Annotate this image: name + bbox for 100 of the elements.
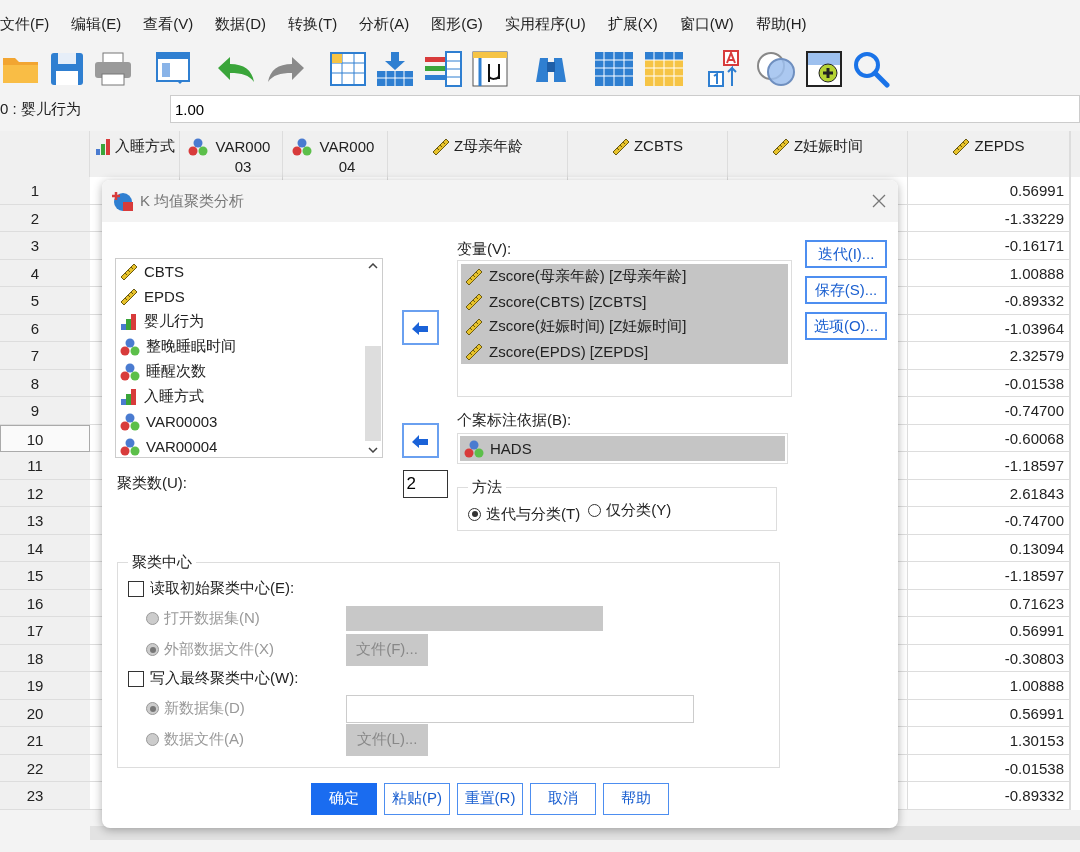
side-button[interactable]: 保存(S)... [805,276,887,304]
side-button[interactable]: 选项(O)... [805,312,887,340]
search-icon[interactable] [852,50,890,88]
dialog-button[interactable]: 确定 [311,782,377,815]
dialog-button[interactable]: 帮助 [603,782,669,815]
select-cases-icon[interactable] [644,51,684,87]
row-number[interactable]: 11 [0,452,90,480]
radio-option[interactable]: 仅分类(Y) [588,501,672,520]
ruler-icon [465,267,483,286]
variable-item[interactable]: 睡醒次数 [120,359,360,384]
variable-item[interactable]: VAR00004 [120,434,360,457]
row-number[interactable]: 5 [0,287,90,315]
row-number[interactable]: 7 [0,342,90,370]
dialog-button[interactable]: 取消 [530,782,596,815]
menu-item[interactable]: 分析(A) [359,14,410,34]
row-number[interactable]: 17 [0,617,90,645]
cell-value-field[interactable]: 1.00 [170,95,1080,123]
menu-item[interactable]: 扩展(X) [607,14,658,34]
variable-item[interactable]: Zscore(EPDS) [ZEPDS] [461,339,788,364]
row-number[interactable]: 16 [0,589,90,617]
row-number[interactable]: 12 [0,479,90,507]
variable-item[interactable]: 入睡方式 [120,384,360,409]
menu-item[interactable]: 数据(D) [215,14,266,34]
table-cell: 2.32579 [1009,347,1064,364]
variables-list[interactable]: Zscore(母亲年龄) [Z母亲年龄] Zscore(CBTS) [ZCBTS] Zscore(妊娠时间) [Z妊娠时间] Zscore(EPDS) [ZEPDS] [457,260,792,397]
nominal-icon [120,412,140,431]
row-number[interactable]: 19 [0,672,90,700]
variable-item[interactable]: 婴儿行为 [120,309,360,334]
scroll-up-icon[interactable] [368,263,378,269]
radio-option[interactable]: 迭代与分类(T) [468,504,581,524]
checkbox-option[interactable]: 写入最终聚类中心(W): [128,663,769,694]
table-cell: -0.89332 [1004,292,1064,309]
row-number[interactable]: 3 [0,232,90,260]
split-file-icon[interactable] [594,51,634,87]
cell-reference: 0 : 婴儿行为 [0,99,82,119]
variable-item[interactable]: VAR00003 [120,409,360,434]
row-number[interactable]: 13 [0,507,90,535]
variable-item[interactable]: CBTS [120,259,360,284]
ruler-icon [120,287,138,306]
menu-item[interactable]: 窗口(W) [679,14,734,34]
close-icon[interactable] [872,194,886,208]
variable-item[interactable]: Zscore(母亲年龄) [Z母亲年龄] [461,264,788,289]
table-cell: 1.30153 [1009,732,1064,749]
row-number[interactable]: 4 [0,259,90,287]
table-cell: -1.18597 [1004,567,1064,584]
row-number[interactable]: 22 [0,754,90,782]
nominal-icon [120,437,140,456]
row-number[interactable]: 10 [0,424,90,452]
column-name: VAR00004 [318,137,376,177]
column-name: Z母亲年龄 [453,137,524,156]
row-number[interactable]: 23 [0,782,90,810]
go-to-case-icon[interactable] [330,51,366,87]
save-icon[interactable] [50,52,84,86]
source-variable-list[interactable]: CBTS EPDS 婴儿行为 整晚睡眠时间 睡醒次数 入睡方式 VAR00003 VAR00004 [115,258,383,458]
value-labels-icon[interactable] [472,51,508,87]
row-number[interactable]: 6 [0,314,90,342]
row-number[interactable]: 15 [0,562,90,590]
menu-item[interactable]: 编辑(E) [71,14,122,34]
menu-item[interactable]: 图形(G) [431,14,483,34]
dialog-button[interactable]: 重置(R) [457,782,523,815]
add-icon[interactable] [806,51,842,87]
menu-item[interactable]: 实用程序(U) [504,14,586,34]
arrow-icon [411,320,429,335]
insert-cases-icon[interactable] [376,51,414,87]
variable-item[interactable]: Zscore(妊娠时间) [Z妊娠时间] [461,314,788,339]
table-cell: 0.13094 [1009,539,1064,557]
menu-item[interactable]: 转换(T) [288,14,338,34]
side-button[interactable]: 迭代(I)... [805,240,887,268]
menu-item[interactable]: 查看(V) [143,14,194,34]
table-cell: 1.00888 [1009,677,1064,694]
column-name: VAR00003 [214,137,272,177]
row-number[interactable]: 14 [0,534,90,562]
cluster-count-field[interactable]: 2 [402,470,448,498]
variable-item[interactable]: EPDS [120,284,360,309]
row-number[interactable]: 21 [0,727,90,755]
checkbox-option[interactable]: 读取初始聚类中心(E): [128,573,769,604]
table-cell: 0.56991 [1009,182,1064,199]
dialog-button[interactable]: 粘贴(P) [384,782,450,815]
printer-icon[interactable] [94,52,132,86]
move-button[interactable] [401,310,439,345]
dialog-icon[interactable] [156,52,192,86]
row-number[interactable]: 1 [0,177,90,205]
table-cell: -1.03964 [1004,319,1064,337]
row-number[interactable]: 8 [0,369,90,397]
move-button[interactable] [401,423,439,458]
row-number[interactable]: 2 [0,204,90,232]
menu-item[interactable]: 帮助(H) [755,14,807,34]
menu-item[interactable]: 文件(F) [0,14,50,34]
dataset-name-field[interactable] [346,694,694,723]
variable-item[interactable]: Zscore(CBTS) [ZCBTS] [461,289,788,314]
variables-icon[interactable] [424,51,462,87]
row-number[interactable]: 20 [0,699,90,727]
row-number[interactable]: 9 [0,397,90,425]
scroll-down-icon[interactable] [368,447,378,453]
group-title: 方法 [471,478,503,497]
row-number[interactable]: 18 [0,644,90,672]
case-label-field[interactable]: HADS [457,433,788,464]
nominal-icon [120,362,140,381]
circles-icon[interactable] [756,51,796,87]
variable-item[interactable]: 整晚睡眠时间 [120,334,360,359]
